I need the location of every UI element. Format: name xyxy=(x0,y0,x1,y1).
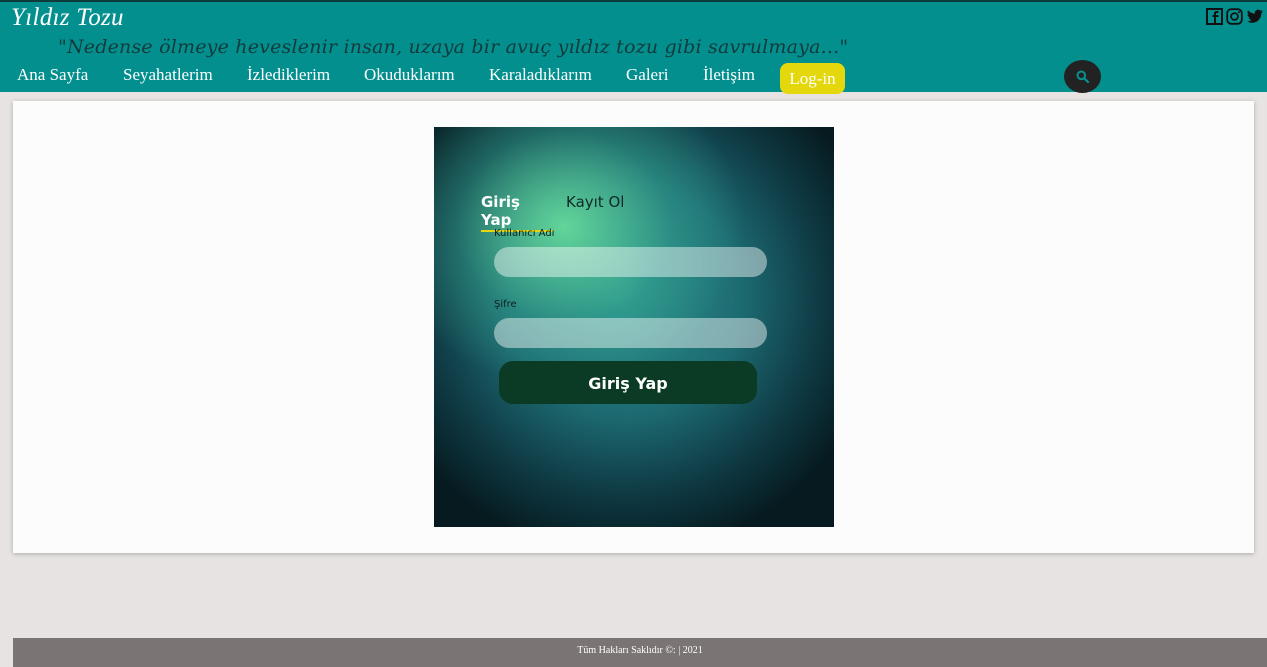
site-tagline: "Nedense ölmeye heveslenir insan, uzaya … xyxy=(58,36,849,58)
social-links xyxy=(1206,8,1263,25)
instagram-icon[interactable] xyxy=(1226,8,1243,25)
site-title[interactable]: Yıldız Tozu xyxy=(11,4,124,32)
nav-item-seyahatlerim[interactable]: Seyahatlerim xyxy=(123,65,213,85)
nav-item-izlediklerim[interactable]: İzlediklerim xyxy=(247,65,330,85)
password-label: Şifre xyxy=(494,299,517,310)
nav-item-okuduklarim[interactable]: Okuduklarım xyxy=(364,65,455,85)
search-icon xyxy=(1076,70,1089,83)
site-header: Yıldız Tozu "Nedense ölmeye heveslenir i… xyxy=(0,0,1267,94)
tab-login[interactable]: Giriş Yap xyxy=(481,193,553,232)
login-submit-button[interactable]: Giriş Yap xyxy=(499,361,757,404)
tab-register[interactable]: Kayıt Ol xyxy=(566,193,624,211)
main-content-card: Giriş Yap Kayıt Ol Kullanıcı Adı Şifre G… xyxy=(13,101,1254,553)
nav-item-ana-sayfa[interactable]: Ana Sayfa xyxy=(17,65,88,85)
twitter-icon[interactable] xyxy=(1246,8,1263,25)
search-button[interactable] xyxy=(1064,60,1101,93)
footer: Tüm Hakları Saklıdır ©: | 2021 xyxy=(13,638,1267,667)
nav-item-karaladiklarim[interactable]: Karaladıklarım xyxy=(489,65,592,85)
login-panel: Giriş Yap Kayıt Ol Kullanıcı Adı Şifre G… xyxy=(434,127,834,527)
login-button[interactable]: Log-in xyxy=(780,63,845,94)
nav-item-iletisim[interactable]: İletişim xyxy=(703,65,755,85)
footer-copyright: Tüm Hakları Saklıdır ©: | 2021 xyxy=(577,645,703,656)
facebook-icon[interactable] xyxy=(1206,8,1223,25)
password-input[interactable] xyxy=(494,318,767,348)
username-label: Kullanıcı Adı xyxy=(494,228,555,239)
username-input[interactable] xyxy=(494,247,767,277)
nav-item-galeri[interactable]: Galeri xyxy=(626,65,668,85)
